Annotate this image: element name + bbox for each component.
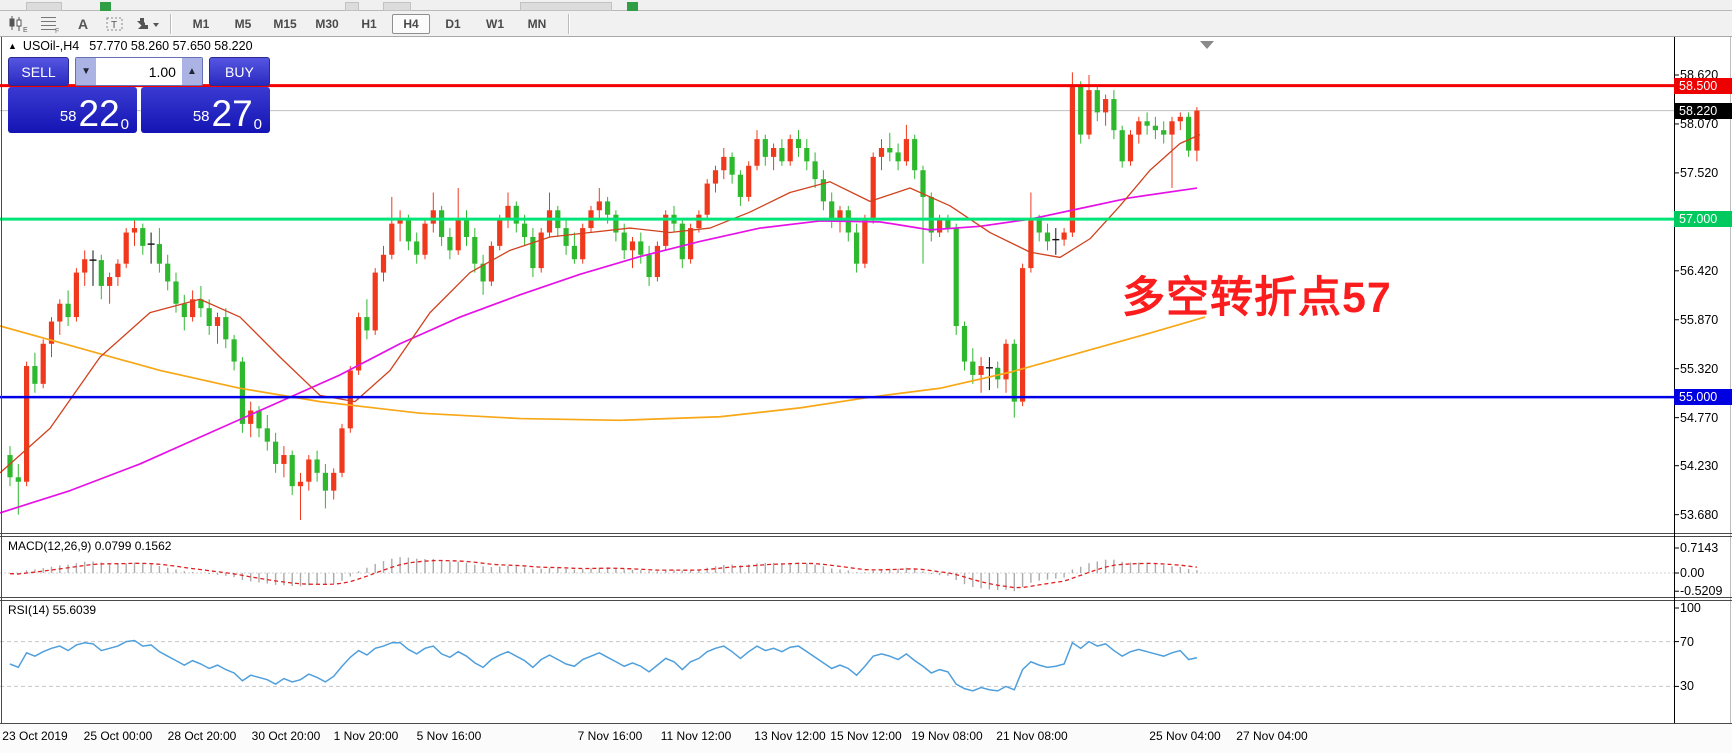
toolbar-separator (170, 14, 172, 34)
indicator-tick-label: 70 (1680, 635, 1732, 649)
time-tick-label: 23 Oct 2019 (2, 729, 67, 743)
ask-price-display[interactable]: 58 27 0 (141, 87, 270, 133)
price-tick-label: 55.870 (1680, 313, 1732, 327)
timeframe-mn[interactable]: MN (518, 14, 556, 34)
time-tick-label: 13 Nov 12:00 (754, 729, 825, 743)
svg-text:T: T (111, 20, 117, 31)
indicator-tick-label: 30 (1680, 679, 1732, 693)
rsi-indicator-label: RSI(14) 55.6039 (8, 603, 96, 617)
ask-price-main: 27 (212, 96, 253, 131)
time-tick-label: 19 Nov 08:00 (911, 729, 982, 743)
timeframe-m15[interactable]: M15 (266, 14, 304, 34)
volume-down-icon[interactable]: ▼ (76, 58, 96, 85)
timeframe-m30[interactable]: M30 (308, 14, 346, 34)
one-click-trading-panel: SELL ▼ 1.00 ▲ BUY 58 22 0 58 27 0 (8, 57, 270, 133)
indicator-tick-label: 0.7143 (1680, 541, 1732, 555)
toolbar-sliver-green (627, 2, 638, 11)
arrows-tool-icon[interactable] (134, 14, 160, 34)
symbol-arrow-icon: ▲ (8, 41, 17, 51)
candlestick-style-icon[interactable]: E (6, 14, 32, 34)
price-level-badge: 55.000 (1674, 389, 1732, 405)
sell-button[interactable]: SELL (8, 57, 69, 86)
volume-up-icon[interactable]: ▲ (182, 58, 202, 85)
timeframe-h1[interactable]: H1 (350, 14, 388, 34)
chart-shift-icon (1200, 41, 1214, 49)
timeframe-m1[interactable]: M1 (182, 14, 220, 34)
price-tick-label: 53.680 (1680, 508, 1732, 522)
upper-toolbar-strip (0, 0, 1732, 11)
time-tick-label: 15 Nov 12:00 (830, 729, 901, 743)
chart-toolbar: E F A T M1M5M15M30H1H4D1W1MN (0, 11, 1732, 37)
timeframe-m5[interactable]: M5 (224, 14, 262, 34)
bid-price-main: 22 (79, 96, 120, 131)
timeframe-w1[interactable]: W1 (476, 14, 514, 34)
macd-indicator-label: MACD(12,26,9) 0.0799 0.1562 (8, 539, 171, 553)
time-tick-label: 27 Nov 04:00 (1236, 729, 1307, 743)
svg-text:F: F (55, 28, 59, 33)
svg-text:E: E (23, 27, 28, 33)
toolbar-sliver (520, 2, 612, 11)
text-label-icon[interactable]: A (70, 14, 96, 34)
timeframe-d1[interactable]: D1 (434, 14, 472, 34)
price-level-badge: 57.000 (1674, 211, 1732, 227)
price-tick-label: 56.420 (1680, 264, 1732, 278)
indicator-tick-label: 100 (1680, 601, 1732, 615)
time-tick-label: 25 Nov 04:00 (1149, 729, 1220, 743)
time-tick-label: 28 Oct 20:00 (168, 729, 237, 743)
timeframe-h4[interactable]: H4 (392, 14, 430, 34)
bid-price-pip: 0 (121, 116, 129, 133)
bid-price-display[interactable]: 58 22 0 (8, 87, 137, 133)
volume-input[interactable]: 1.00 (96, 58, 182, 85)
indicator-tick-label: 0.00 (1680, 566, 1732, 580)
bid-price-prefix: 58 (60, 108, 77, 125)
buy-button[interactable]: BUY (209, 57, 270, 86)
price-tick-label: 55.320 (1680, 362, 1732, 376)
time-tick-label: 30 Oct 20:00 (252, 729, 321, 743)
toolbar-sliver (383, 2, 411, 11)
price-level-badge: 58.500 (1674, 78, 1732, 94)
chart-title: ▲ USOil-,H4 57.770 58.260 57.650 58.220 (8, 39, 253, 53)
toolbar-sliver (26, 2, 62, 11)
chinese-annotation-text: 多空转折点57 (1122, 263, 1392, 325)
trading-app-window: E F A T M1M5M15M30H1H4D1W1MN ▲ USOil-,H4… (0, 0, 1732, 753)
timeframe-buttons: M1M5M15M30H1H4D1W1MN (180, 14, 558, 34)
text-box-icon[interactable]: T (102, 14, 128, 34)
price-level-badge: 58.220 (1674, 103, 1732, 119)
toolbar-sliver-green (100, 2, 111, 11)
grid-icon[interactable]: F (38, 14, 64, 34)
toolbar-separator (568, 14, 570, 34)
price-tick-label: 54.770 (1680, 411, 1732, 425)
volume-spinner: ▼ 1.00 ▲ (75, 57, 203, 86)
price-tick-label: 57.520 (1680, 166, 1732, 180)
toolbar-sliver (345, 2, 359, 11)
time-tick-label: 25 Oct 00:00 (84, 729, 153, 743)
ask-price-prefix: 58 (193, 108, 210, 125)
time-tick-label: 7 Nov 16:00 (578, 729, 643, 743)
symbol-period-label: USOil-,H4 (23, 39, 79, 53)
ohlc-values: 57.770 58.260 57.650 58.220 (89, 39, 252, 53)
time-tick-label: 21 Nov 08:00 (996, 729, 1067, 743)
price-tick-label: 54.230 (1680, 459, 1732, 473)
ask-price-pip: 0 (254, 116, 262, 133)
indicator-tick-label: -0.5209 (1680, 584, 1732, 598)
time-tick-label: 11 Nov 12:00 (661, 729, 732, 743)
time-tick-label: 5 Nov 16:00 (417, 729, 482, 743)
price-tick-label: 58.070 (1680, 117, 1732, 131)
time-tick-label: 1 Nov 20:00 (334, 729, 399, 743)
